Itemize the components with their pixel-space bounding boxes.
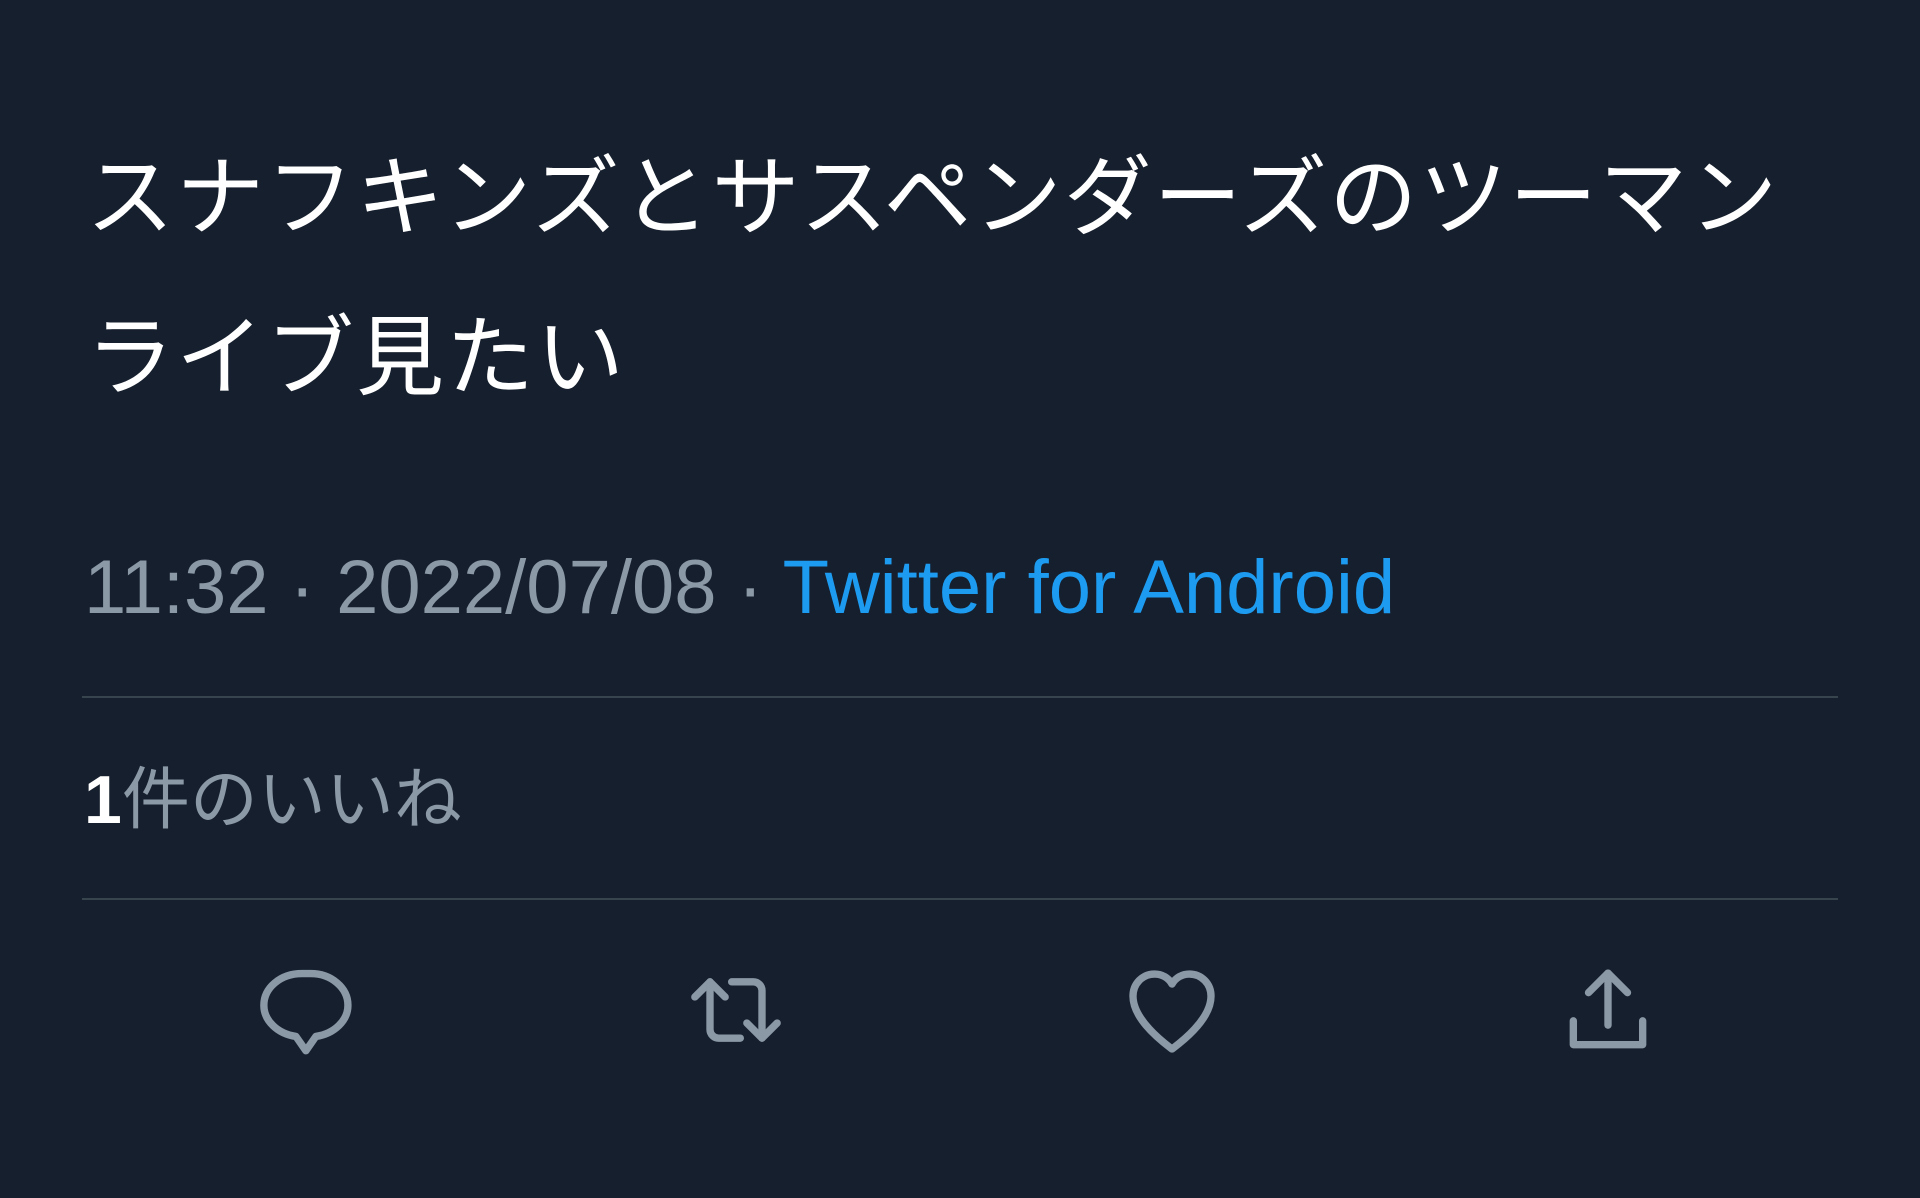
like-icon [1129, 970, 1215, 1053]
tweet-time: 11:32 [84, 545, 269, 630]
reply-button[interactable] [242, 950, 362, 1070]
like-button[interactable] [1112, 950, 1232, 1070]
tweet-date: 2022/07/08 [336, 545, 717, 630]
tweet-meta: 11:32 · 2022/07/08 · Twitter for Android [84, 548, 1395, 628]
divider [82, 696, 1838, 698]
retweet-button[interactable] [676, 950, 796, 1070]
tweet-text: スナフキンズとサスペンダーズのツーマンライブ見たい [86, 146, 1780, 409]
divider [82, 898, 1838, 900]
retweet-icon [691, 978, 781, 1042]
likes-label: 件のいいね [121, 761, 462, 840]
tweet-detail-screen: スナフキンズとサスペンダーズのツーマンライブ見たい 11:32 · 2022/0… [0, 0, 1920, 1198]
tweet-source-link[interactable]: Twitter for Android [783, 545, 1396, 630]
share-button[interactable] [1548, 950, 1668, 1070]
likes-summary[interactable]: 1件のいいね [84, 758, 462, 843]
meta-separator: · [737, 545, 763, 630]
meta-separator: · [289, 545, 315, 630]
share-icon [1569, 969, 1647, 1049]
reply-icon [260, 969, 352, 1055]
likes-count: 1 [84, 762, 122, 838]
